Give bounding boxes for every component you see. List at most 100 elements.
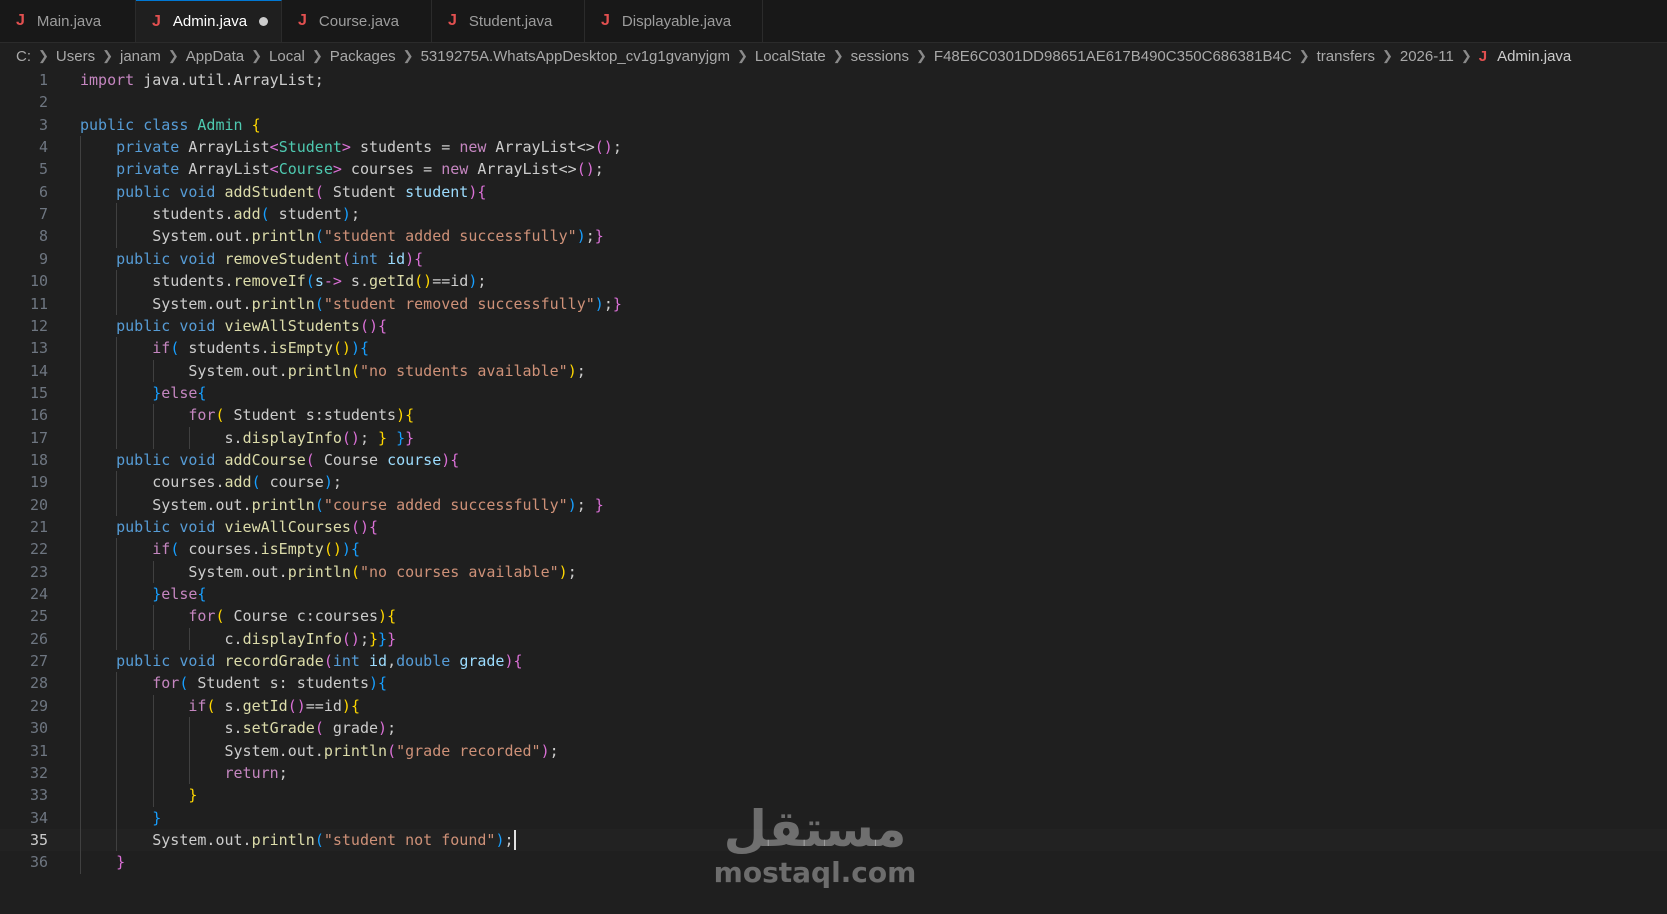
- line-number: 31: [29, 741, 48, 760]
- code-line[interactable]: 7 students.add( student);: [0, 203, 1667, 225]
- breadcrumb-segment[interactable]: 5319275A.WhatsAppDesktop_cv1g1gvanyjgm: [421, 48, 730, 65]
- code-text: s.displayInfo(); } }}: [224, 428, 415, 447]
- breadcrumb-segment[interactable]: AppData: [186, 48, 244, 65]
- breadcrumb-segment[interactable]: transfers: [1317, 48, 1375, 65]
- code-line[interactable]: 6 public void addStudent( Student studen…: [0, 181, 1667, 203]
- code-line[interactable]: 8 System.out.println("student added succ…: [0, 225, 1667, 247]
- code-line[interactable]: 12 public void viewAllStudents(){: [0, 315, 1667, 337]
- code-line[interactable]: 3 public class Admin {: [0, 114, 1667, 136]
- code-text: System.out.println("course added success…: [152, 495, 604, 514]
- line-number: 21: [29, 518, 48, 536]
- chevron-right-icon: ❯: [1460, 48, 1472, 63]
- code-text: return;: [224, 763, 288, 782]
- code-line[interactable]: 32 return;: [0, 762, 1667, 784]
- code-line[interactable]: 19 courses.add( course);: [0, 471, 1667, 493]
- code-line[interactable]: 20 System.out.println("course added succ…: [0, 494, 1667, 516]
- code-line[interactable]: 23 System.out.println("no courses availa…: [0, 561, 1667, 583]
- code-text: students.removeIf(s-> s.getId()==id);: [152, 272, 487, 291]
- code-text: }: [116, 853, 126, 872]
- tab-main[interactable]: J Main.java: [0, 0, 136, 42]
- tab-student[interactable]: J Student.java: [432, 0, 585, 42]
- line-number: 9: [38, 249, 48, 268]
- line-number: 35: [29, 830, 48, 849]
- code-line[interactable]: 31 System.out.println("grade recorded");: [0, 740, 1667, 762]
- tab-admin[interactable]: J Admin.java: [136, 0, 282, 42]
- code-line[interactable]: 2: [0, 91, 1667, 113]
- chevron-right-icon: ❯: [102, 48, 113, 63]
- indent-guide: [152, 605, 154, 651]
- breadcrumb-segment[interactable]: Packages: [330, 48, 396, 65]
- java-file-icon: J: [1478, 47, 1488, 65]
- code-line[interactable]: 11 System.out.println("student removed s…: [0, 293, 1667, 315]
- line-number: 22: [29, 540, 48, 559]
- line-number: 19: [29, 473, 48, 492]
- code-line[interactable]: 16 for( Student s:students){: [0, 404, 1667, 426]
- code-line[interactable]: 14 System.out.println("no students avail…: [0, 360, 1667, 382]
- breadcrumb-segment[interactable]: janam: [120, 48, 161, 65]
- breadcrumb-segment[interactable]: 2026-11: [1400, 48, 1454, 65]
- code-editor[interactable]: 1 import java.util.ArrayList; 2 3 public cla…: [0, 69, 1667, 914]
- code-text: import java.util.ArrayList;: [80, 71, 324, 89]
- indent-guide: [152, 694, 154, 807]
- line-number: 32: [29, 763, 48, 782]
- tab-label: Student.java: [468, 12, 553, 30]
- code-line[interactable]: 28 for( Student s: students){: [0, 672, 1667, 694]
- java-file-icon: J: [448, 12, 457, 29]
- code-line[interactable]: 17 s.displayInfo(); } }}: [0, 427, 1667, 449]
- chevron-right-icon: ❯: [736, 48, 748, 63]
- breadcrumb-segment[interactable]: LocalState: [755, 48, 826, 65]
- indent-guide: [152, 560, 154, 584]
- line-number: 12: [29, 316, 48, 335]
- code-line[interactable]: 5 private ArrayList<Course> courses = ne…: [0, 158, 1667, 180]
- code-line[interactable]: 21 public void viewAllCourses(){: [0, 516, 1667, 538]
- line-number: 23: [29, 562, 48, 581]
- unsaved-dot-icon[interactable]: [259, 17, 269, 26]
- line-number: 17: [29, 428, 48, 447]
- code-line[interactable]: 1 import java.util.ArrayList;: [0, 69, 1667, 91]
- indent-guide: [188, 627, 190, 651]
- code-line[interactable]: 10 students.removeIf(s-> s.getId()==id);: [0, 270, 1667, 292]
- code-line[interactable]: 29 if( s.getId()==id){: [0, 695, 1667, 717]
- code-line[interactable]: 9 public void removeStudent(int id){: [0, 248, 1667, 270]
- code-text: for( Student s:students){: [188, 406, 415, 425]
- code-line[interactable]: 24 }else{: [0, 583, 1667, 605]
- code-line[interactable]: 18 public void addCourse( Course course)…: [0, 449, 1667, 471]
- line-number: 27: [29, 652, 48, 671]
- tab-displayable[interactable]: J Displayable.java: [585, 0, 763, 42]
- code-line[interactable]: 22 if( courses.isEmpty()){: [0, 538, 1667, 560]
- breadcrumb-segment[interactable]: sessions: [851, 48, 909, 65]
- line-number: 15: [29, 383, 48, 402]
- breadcrumb-segment[interactable]: Local: [269, 48, 305, 65]
- chevron-right-icon: ❯: [311, 48, 323, 63]
- indent-guide: [152, 359, 154, 382]
- indent-guide: [116, 471, 118, 516]
- tab-label: Course.java: [318, 12, 399, 30]
- code-line[interactable]: 15 }else{: [0, 382, 1667, 404]
- breadcrumb-segment[interactable]: C:: [16, 48, 31, 65]
- indent-guide: [116, 672, 118, 852]
- breadcrumb-segment[interactable]: F48E6C0301DD98651AE617B490C350C686381B4C: [934, 48, 1292, 65]
- indent-guide: [116, 203, 118, 248]
- line-number: 20: [29, 495, 48, 514]
- watermark-arabic: مستقل: [723, 800, 907, 858]
- breadcrumb-segment[interactable]: Users: [56, 48, 95, 65]
- code-line[interactable]: 25 for( Course c:courses){: [0, 605, 1667, 627]
- code-line[interactable]: 13 if( students.isEmpty()){: [0, 337, 1667, 359]
- chevron-right-icon: ❯: [167, 48, 179, 63]
- line-number: 1: [38, 71, 48, 89]
- line-number: 25: [29, 607, 48, 626]
- code-text: if( courses.isEmpty()){: [152, 540, 360, 559]
- code-line[interactable]: 30 s.setGrade( grade);: [0, 717, 1667, 739]
- code-text: private ArrayList<Student> students = ne…: [116, 138, 622, 157]
- tab-course[interactable]: J Course.java: [282, 0, 432, 42]
- line-number: 28: [29, 674, 48, 693]
- code-line[interactable]: 4 private ArrayList<Student> students = …: [0, 136, 1667, 158]
- code-line[interactable]: 26 c.displayInfo();}}}: [0, 628, 1667, 650]
- code-text: System.out.println("no courses available…: [188, 562, 577, 581]
- code-line[interactable]: 27 public void recordGrade(int id,double…: [0, 650, 1667, 672]
- chevron-right-icon: ❯: [916, 48, 927, 63]
- line-number: 34: [29, 808, 48, 827]
- code-text: public void viewAllCourses(){: [116, 518, 379, 536]
- breadcrumb-file[interactable]: Admin.java: [1497, 48, 1571, 65]
- tab-label: Admin.java: [172, 13, 248, 30]
